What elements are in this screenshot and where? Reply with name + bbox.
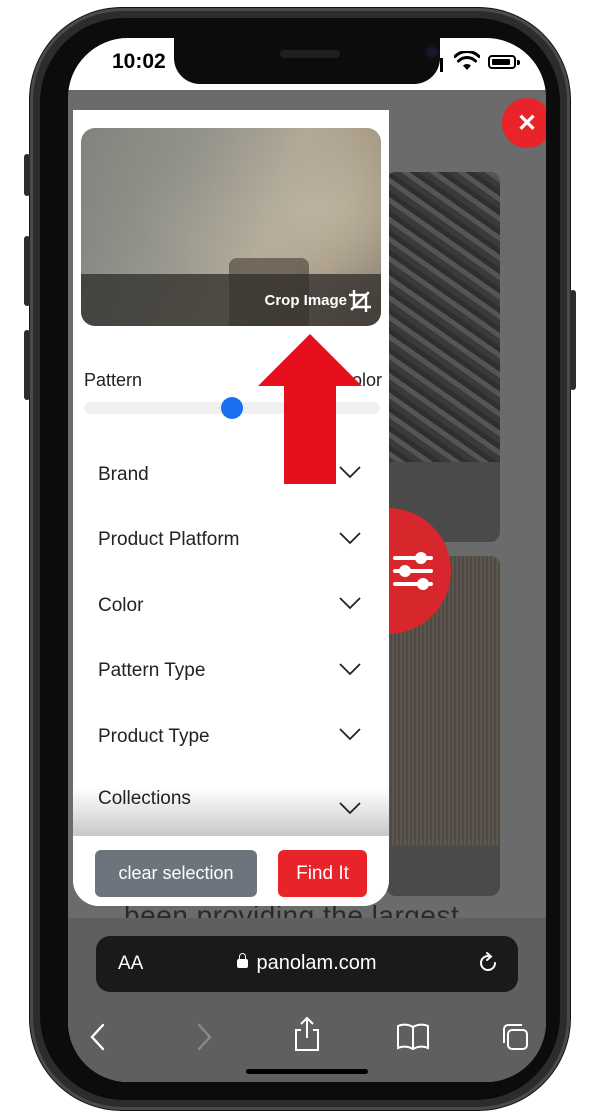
slider-thumb[interactable] [221,397,243,419]
filter-item-color[interactable]: Color [73,573,389,639]
filter-label: Pattern Type [98,660,206,682]
reload-icon[interactable] [476,951,500,975]
chevron-down-icon [339,728,361,741]
speaker [280,50,340,58]
crop-image-button[interactable]: Crop Image [81,274,381,326]
find-it-button[interactable]: Find It [278,850,367,897]
filter-label: Brand [98,463,149,485]
bookmarks-icon[interactable] [396,1022,430,1050]
filter-label: Color [98,594,144,616]
chevron-down-icon [339,597,361,610]
status-time: 10:02 [112,50,166,73]
filter-panel: Crop Image Pattern Color Brand Product P… [73,110,389,906]
crop-icon [349,290,371,312]
screen: been providing the largest ✕ Crop Image [68,38,546,1082]
product-image [386,172,500,462]
browser-toolbar [68,1010,546,1066]
filter-label: Product Platform [98,529,240,551]
battery-tip [517,60,520,65]
forward-icon[interactable] [194,1022,214,1052]
notch [174,38,440,84]
back-icon[interactable] [88,1022,108,1052]
filter-item-product-platform[interactable]: Product Platform [73,508,389,574]
mute-switch [24,154,30,196]
crop-image-label: Crop Image [264,292,347,309]
volume-down-button [24,330,30,400]
tabs-icon[interactable] [500,1022,530,1052]
chevron-down-icon [339,662,361,675]
power-button [570,290,576,390]
chevron-down-icon [339,531,361,544]
product-tile[interactable] [386,172,500,542]
url-text: panolam.com [96,952,518,975]
home-indicator [246,1069,368,1074]
filter-item-collections[interactable]: Collections [98,788,191,810]
url-domain: panolam.com [256,952,377,974]
battery-icon [488,55,516,69]
filter-list: Brand Product Platform Color Pattern Typ… [73,442,389,770]
signal-indicator [440,58,443,72]
filter-item-product-type[interactable]: Product Type [73,704,389,770]
lock-icon [237,953,249,968]
filter-label: Product Type [98,725,210,747]
safari-toolbar: AA panolam.com [68,918,546,1082]
panel-footer: clear selection Find It [73,836,389,906]
status-bar: 10:02 [68,38,546,90]
filter-item-pattern-type[interactable]: Pattern Type [73,639,389,705]
slider-label-pattern: Pattern [84,370,143,390]
close-icon: ✕ [516,109,538,137]
share-icon[interactable] [292,1016,322,1052]
filter-label: Collections [98,788,191,809]
clear-selection-button[interactable]: clear selection [95,850,257,897]
chevron-down-icon [339,802,361,815]
wifi-icon [454,51,480,70]
close-button[interactable]: ✕ [502,98,546,148]
uploaded-photo: Crop Image [81,128,381,326]
address-bar[interactable]: AA panolam.com [96,936,518,992]
annotation-arrow-up [258,334,362,484]
volume-up-button [24,236,30,306]
front-camera [424,44,440,60]
